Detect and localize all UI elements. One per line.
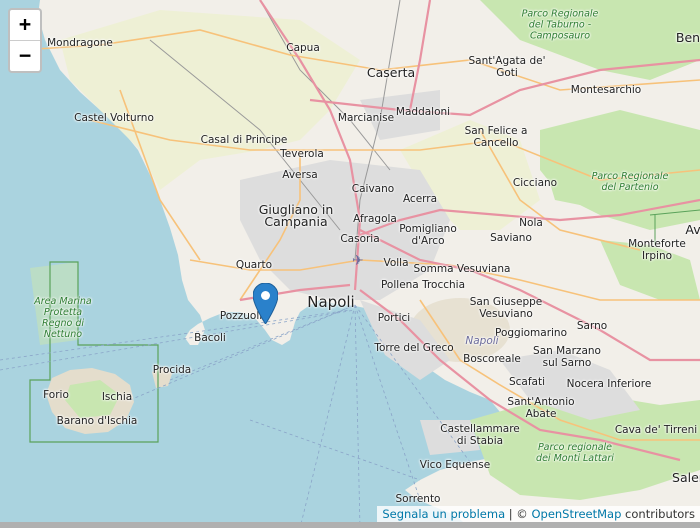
place-label-saviano: Saviano — [490, 232, 532, 244]
place-label-pomigliano: Pomigliano d'Arco — [399, 223, 457, 247]
place-label-nola: Nola — [519, 217, 543, 229]
place-label-san-giuseppe: San Giuseppe Vesuviano — [469, 296, 543, 320]
place-label-procida: Procida — [152, 364, 192, 376]
place-label-volla: Volla — [383, 257, 409, 269]
svg-text:✈: ✈ — [352, 253, 364, 269]
attribution-suffix: contributors — [621, 507, 695, 521]
place-label-caivano: Caivano — [351, 183, 395, 195]
place-label-somma: Somma Vesuviana — [413, 263, 511, 275]
place-label-boscoreale: Boscoreale — [463, 353, 521, 365]
place-label-mondragone: Mondragone — [47, 37, 113, 49]
zoom-in-button[interactable]: + — [10, 10, 40, 40]
place-label-salerno: Saler — [672, 470, 700, 485]
place-label-santagata: Sant'Agata de' Goti — [468, 55, 546, 79]
place-label-acerra: Acerra — [402, 193, 438, 205]
place-label-vico: Vico Equense — [419, 459, 491, 471]
osm-link[interactable]: OpenStreetMap — [531, 507, 621, 521]
place-label-napoli-vesuvio: Napoli — [465, 335, 499, 347]
report-problem-link[interactable]: Segnala un problema — [382, 507, 505, 521]
place-label-casal-di-principe: Casal di Principe — [200, 134, 288, 146]
place-label-caserta: Caserta — [366, 65, 416, 80]
place-label-napoli: Napoli — [307, 293, 355, 311]
place-label-casoria: Casoria — [340, 233, 380, 245]
place-label-quarto: Quarto — [235, 259, 273, 271]
place-label-maddaloni: Maddaloni — [395, 106, 451, 118]
place-label-sarno: Sarno — [576, 320, 608, 332]
park-label-taburno: Parco Regionale del Taburno - Camposauro — [521, 8, 599, 42]
place-label-montesarchio: Montesarchio — [570, 84, 642, 96]
park-label-regno-nettuno: Area Marina Protetta Regno di Nettuno — [34, 296, 92, 340]
place-label-pollena: Pollena Trocchia — [380, 279, 466, 291]
place-label-castellammare: Castellammare di Stabia — [440, 423, 520, 447]
place-label-torre-del-greco: Torre del Greco — [374, 342, 454, 354]
map-viewport[interactable]: ✈ Mondragone Capua Caserta Sant'Agata de' G… — [0, 0, 700, 528]
place-label-monteforte: Monteforte Irpino — [628, 238, 686, 262]
place-label-teverola: Teverola — [280, 148, 324, 160]
place-label-aversa: Aversa — [282, 169, 318, 181]
park-label-partenio: Parco Regionale del Partenio — [591, 171, 669, 193]
place-label-marcianise: Marcianise — [337, 112, 395, 124]
place-label-san-marzano: San Marzano sul Sarno — [533, 345, 601, 369]
place-label-avellino: Av — [685, 222, 700, 237]
place-label-cava: Cava de' Tirreni — [614, 424, 698, 436]
zoom-out-button[interactable]: − — [10, 40, 40, 71]
place-label-benevento: Ben — [675, 30, 700, 45]
place-label-san-felice: San Felice a Cancello — [464, 125, 528, 149]
place-label-barano: Barano d'Ischia — [56, 415, 138, 427]
place-label-nocera: Nocera Inferiore — [566, 378, 652, 390]
place-label-sant-antonio: Sant'Antonio Abate — [507, 396, 575, 420]
place-label-cicciano: Cicciano — [512, 177, 558, 189]
park-label-monti-lattari: Parco regionale dei Monti Lattari — [536, 442, 614, 464]
attribution-separator: | © — [505, 507, 532, 521]
place-label-scafati: Scafati — [508, 376, 546, 388]
place-label-sorrento: Sorrento — [395, 493, 441, 505]
location-pin-icon[interactable] — [253, 283, 278, 324]
place-label-giugliano: Giugliano in Campania — [258, 202, 334, 229]
place-label-forio: Forio — [43, 389, 69, 401]
place-label-ischia: Ischia — [101, 391, 133, 403]
bottom-scroll-bar — [0, 522, 700, 528]
place-label-poggiomarino: Poggiomarino — [494, 327, 568, 339]
attribution: Segnala un problema | © OpenStreetMap co… — [377, 506, 700, 522]
place-label-capua: Capua — [286, 42, 320, 54]
zoom-control: + − — [8, 8, 42, 73]
place-label-castel-volturno: Castel Volturno — [74, 112, 154, 124]
place-label-portici: Portici — [377, 312, 411, 324]
place-label-bacoli: Bacoli — [194, 332, 226, 344]
